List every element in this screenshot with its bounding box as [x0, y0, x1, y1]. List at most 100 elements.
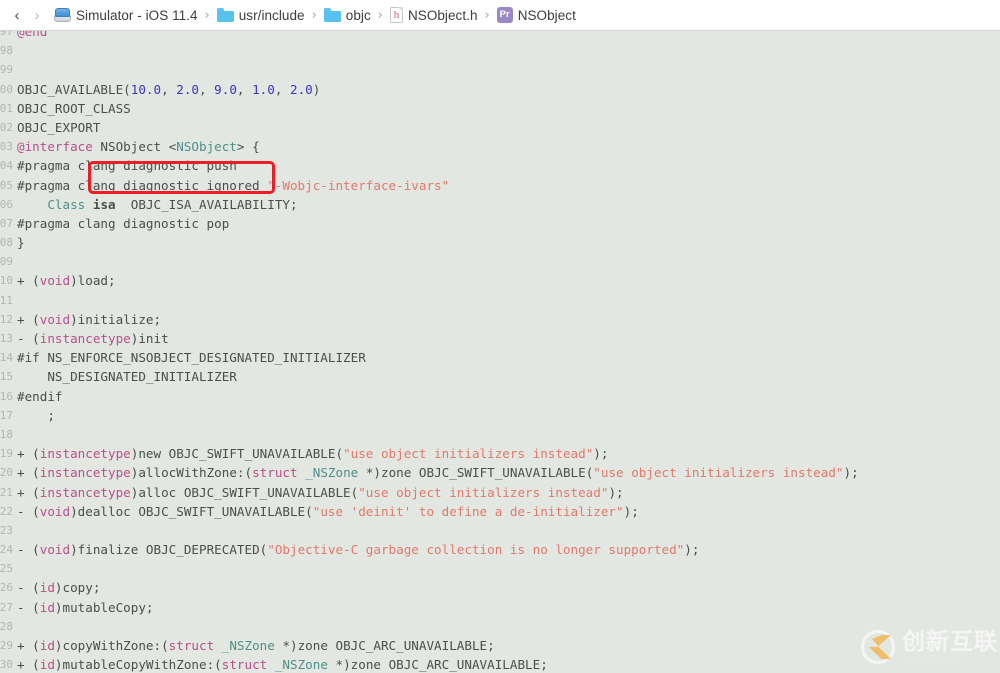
line-number: 98	[0, 44, 13, 58]
line-number: 123	[0, 523, 13, 537]
code-line[interactable]: 114 #if NS_ENFORCE_NSOBJECT_DESIGNATED_IN…	[0, 348, 1000, 367]
code-token: "use 'deinit' to define a de-initializer…	[312, 503, 624, 519]
code-line-text: #pragma clang diagnostic ignored "-Wobjc…	[14, 176, 1000, 195]
code-line-text: OBJC_EXPORT	[14, 118, 1000, 137]
back-button[interactable]: ‹	[8, 4, 26, 26]
code-line[interactable]: 110+ (void)load;	[0, 271, 1000, 290]
code-line[interactable]: 97 @end	[0, 31, 1000, 41]
code-token: *)zone OBJC_ARC_UNAVAILABLE;	[327, 657, 548, 673]
code-line[interactable]: 115 NS_DESIGNATED_INITIALIZER	[0, 367, 1000, 386]
code-line-text: ;	[14, 406, 1000, 425]
breadcrumb-item-nsobject-symbol[interactable]: Pr NSObject	[495, 7, 578, 23]
code-line[interactable]: 128	[0, 617, 1000, 636]
code-token: #pragma clang diagnostic push	[17, 158, 237, 174]
code-token: )initialize;	[70, 311, 162, 327]
code-line[interactable]: 116 #endif	[0, 387, 1000, 406]
line-number: 128	[0, 619, 13, 633]
code-lines-container: 97@end 98 99100OBJC_AVAILABLE(10.0, 2.0, 9…	[0, 31, 1000, 673]
code-token: 1.0	[252, 81, 275, 97]
line-number: 104	[0, 159, 13, 173]
breadcrumb-item-simulator[interactable]: Simulator - iOS 11.4	[52, 7, 200, 23]
code-line-text: + (instancetype)alloc OBJC_SWIFT_UNAVAIL…	[14, 483, 1000, 502]
code-line[interactable]: 118	[0, 425, 1000, 444]
line-number: 115	[0, 370, 13, 384]
code-line[interactable]: 105#pragma clang diagnostic ignored "-Wo…	[0, 176, 1000, 195]
code-line[interactable]: 126- (id)copy;	[0, 578, 1000, 597]
line-number: 130	[0, 658, 13, 672]
code-line[interactable]: 119+ (instancetype)new OBJC_SWIFT_UNAVAI…	[0, 444, 1000, 463]
code-line-text: - (void)finalize OBJC_DEPRECATED("Object…	[14, 540, 1000, 559]
code-token: - (	[17, 503, 40, 519]
line-number: 107	[0, 216, 13, 230]
code-line-text: OBJC_ROOT_CLASS	[14, 99, 1000, 118]
code-line[interactable]: 125	[0, 559, 1000, 578]
code-line[interactable]: 102 OBJC_EXPORT	[0, 118, 1000, 137]
code-line-text: + (instancetype)allocWithZone:(struct _N…	[14, 463, 1000, 482]
code-token: NSObject	[176, 139, 237, 155]
code-token: isa	[92, 196, 116, 212]
code-line-text: + (void)initialize;	[14, 310, 1000, 329]
code-token: _NSZone	[305, 465, 359, 481]
code-line[interactable]: 108}	[0, 233, 1000, 252]
code-token: + (	[17, 465, 40, 481]
line-number: 97	[0, 31, 13, 38]
line-number: 122	[0, 504, 13, 518]
code-line[interactable]: 121+ (instancetype)alloc OBJC_SWIFT_UNAV…	[0, 483, 1000, 502]
breadcrumb-item-nsobject-h[interactable]: h NSObject.h	[388, 7, 480, 23]
code-line[interactable]: 122- (void)dealloc OBJC_SWIFT_UNAVAILABL…	[0, 502, 1000, 521]
code-token: OBJC_ROOT_CLASS	[17, 100, 131, 116]
code-token: instancetype	[39, 446, 131, 462]
breadcrumb-separator: ›	[484, 7, 490, 23]
code-token: #endif	[17, 388, 63, 404]
code-line[interactable]: 124- (void)finalize OBJC_DEPRECATED("Obj…	[0, 540, 1000, 559]
code-line[interactable]: 129+ (id)copyWithZone:(struct _NSZone *)…	[0, 636, 1000, 655]
breadcrumb-item-usr-include[interactable]: usr/include	[215, 8, 307, 23]
code-line[interactable]: 112+ (void)initialize;	[0, 310, 1000, 329]
code-token: )new OBJC_SWIFT_UNAVAILABLE(	[130, 446, 344, 462]
code-line[interactable]: 130+ (id)mutableCopyWithZone:(struct _NS…	[0, 655, 1000, 673]
breadcrumb-item-objc[interactable]: objc	[322, 8, 373, 23]
code-line[interactable]: 103@interface NSObject <NSObject> {	[0, 137, 1000, 156]
code-line[interactable]: 99	[0, 60, 1000, 79]
code-token: )dealloc OBJC_SWIFT_UNAVAILABLE(	[70, 503, 313, 519]
code-line[interactable]: 113- (instancetype)init	[0, 329, 1000, 348]
source-editor[interactable]: 97@end 98 99100OBJC_AVAILABLE(10.0, 2.0, 9…	[0, 31, 1000, 673]
code-line[interactable]: 127- (id)mutableCopy;	[0, 598, 1000, 617]
breadcrumb-label-simulator: Simulator - iOS 11.4	[76, 7, 198, 23]
code-line[interactable]: 117 ;	[0, 406, 1000, 425]
protocol-icon-glyph: Pr	[499, 9, 510, 21]
code-token: - (	[17, 542, 40, 558]
code-token: "use object initializers instead"	[593, 465, 844, 481]
code-line-text: + (void)load;	[14, 271, 1000, 290]
code-line[interactable]: 123	[0, 521, 1000, 540]
code-token: - (	[17, 599, 40, 615]
header-file-icon-glyph: h	[393, 8, 400, 21]
code-token: )allocWithZone:(	[130, 465, 253, 481]
code-line[interactable]: 106 Class isa OBJC_ISA_AVAILABILITY;	[0, 195, 1000, 214]
line-number: 108	[0, 236, 13, 250]
breadcrumb-separator: ›	[311, 7, 317, 23]
code-token: )load;	[70, 273, 116, 289]
code-line-text: NS_DESIGNATED_INITIALIZER	[14, 367, 1000, 386]
code-token: );	[843, 465, 859, 481]
code-token: )copy;	[54, 580, 101, 596]
code-token: "Objective-C garbage collection is no lo…	[267, 542, 685, 558]
code-line[interactable]: 120+ (instancetype)allocWithZone:(struct…	[0, 463, 1000, 482]
code-line[interactable]: 104 #pragma clang diagnostic push	[0, 156, 1000, 175]
code-line-text: + (id)copyWithZone:(struct _NSZone *)zon…	[14, 636, 1000, 655]
header-file-icon: h	[389, 7, 403, 23]
code-line[interactable]: 98	[0, 41, 1000, 60]
code-token: id	[39, 657, 55, 673]
line-number: 113	[0, 332, 13, 345]
forward-button[interactable]: ›	[28, 4, 46, 26]
code-line[interactable]: 109	[0, 252, 1000, 271]
code-line[interactable]: 101 OBJC_ROOT_CLASS	[0, 99, 1000, 118]
code-token: @interface	[17, 139, 93, 155]
code-line[interactable]: 107 #pragma clang diagnostic pop	[0, 214, 1000, 233]
code-line[interactable]: 100OBJC_AVAILABLE(10.0, 2.0, 9.0, 1.0, 2…	[0, 80, 1000, 99]
code-token: OBJC_ISA_AVAILABILITY;	[115, 196, 298, 212]
breadcrumb-label-nsobject-symbol: NSObject	[517, 7, 576, 23]
line-number: 117	[0, 408, 13, 422]
code-line[interactable]: 111	[0, 291, 1000, 310]
